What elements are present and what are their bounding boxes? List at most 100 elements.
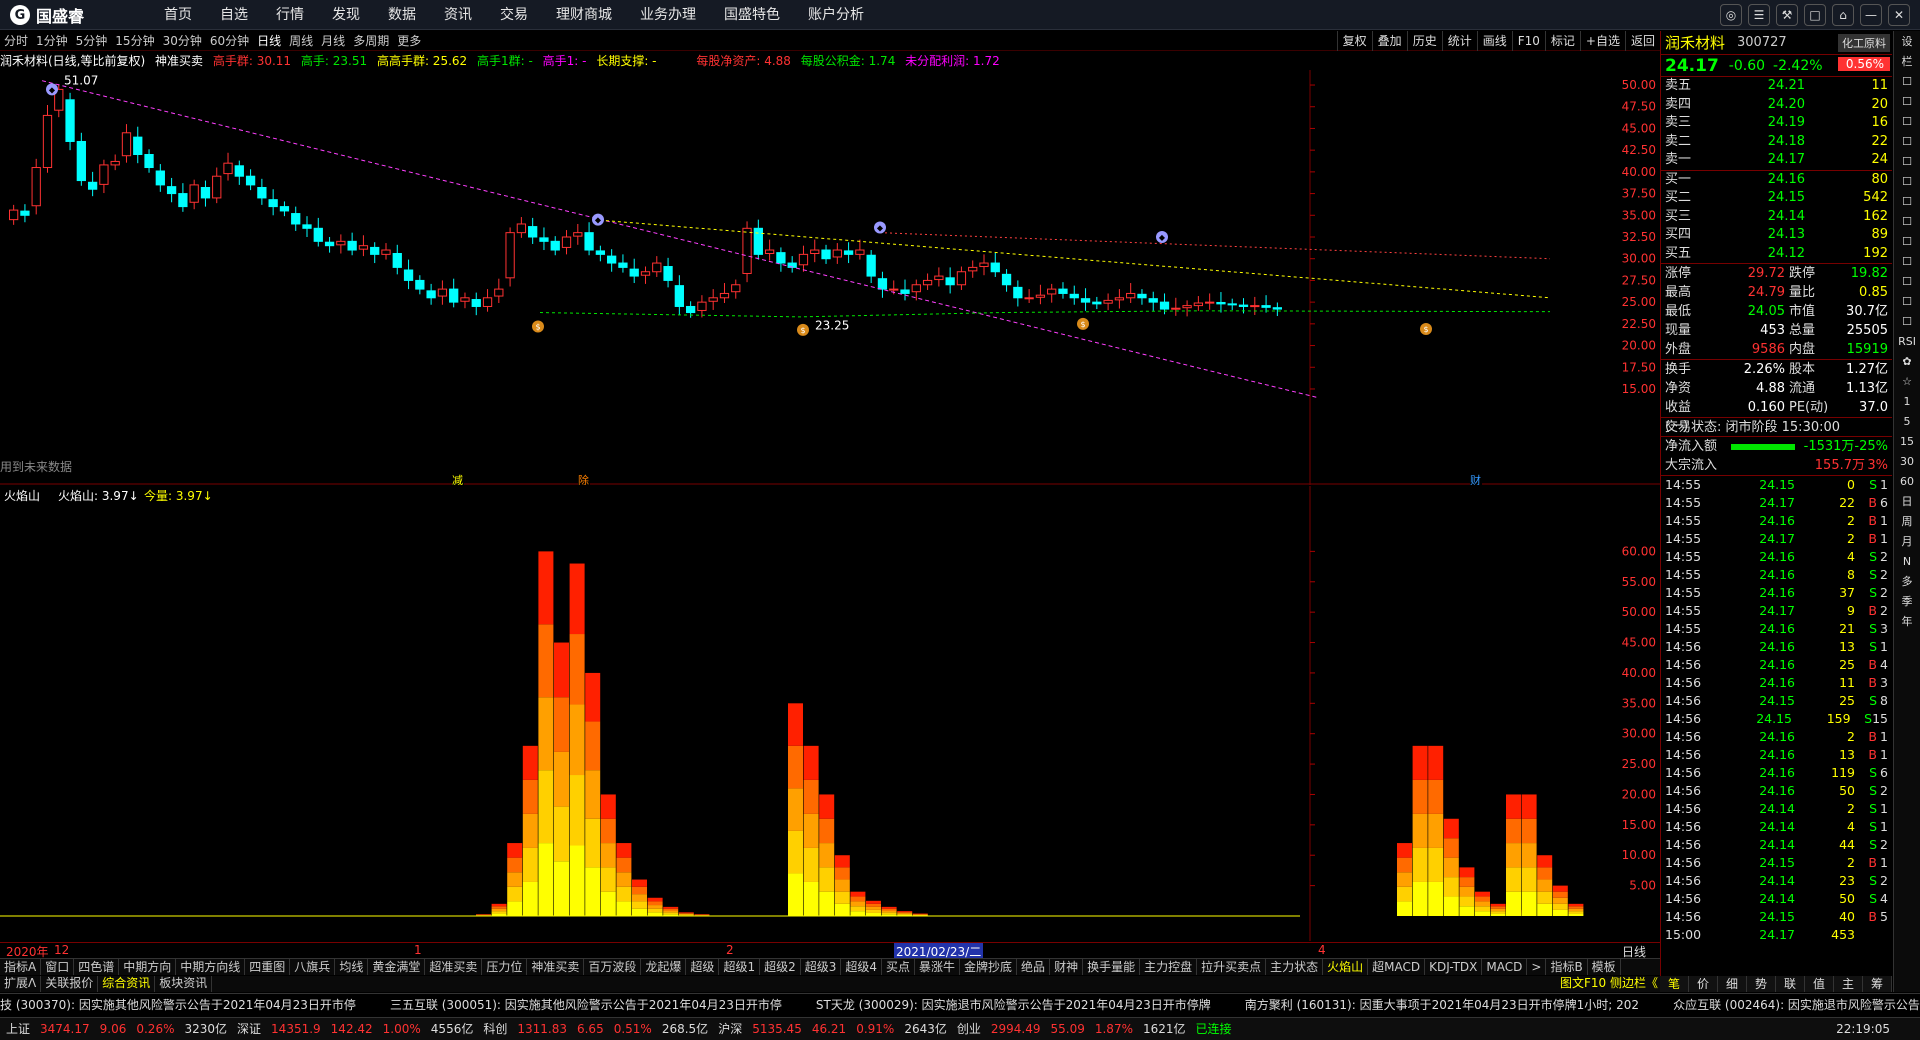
period-tab-1[interactable]: 1分钟: [32, 34, 72, 48]
bottom-tab-1[interactable]: 关联报价: [41, 976, 99, 992]
indicator-name[interactable]: 神准买卖: [155, 54, 203, 68]
quote-tab-3[interactable]: 势: [1747, 976, 1776, 992]
nav-item-1[interactable]: 自选: [206, 0, 262, 30]
side-strip-icon-1[interactable]: 栏: [1895, 53, 1919, 71]
side-strip-icon-6[interactable]: ☐: [1895, 153, 1919, 171]
ticker-item[interactable]: ST天龙 (300029): 因实施退市风险警示公告于2021年04月23日开市…: [816, 998, 1211, 1012]
buys-row[interactable]: 买一 24.16 80: [1661, 171, 1892, 190]
indicator-tab-9[interactable]: 超准买卖: [425, 959, 483, 975]
buys-row[interactable]: 买二 24.15 542: [1661, 189, 1892, 208]
sells-row[interactable]: 卖二 24.18 22: [1661, 133, 1892, 152]
side-strip-icon-9[interactable]: ☐: [1895, 213, 1919, 231]
indicator-tab-1[interactable]: 窗口: [41, 959, 75, 975]
side-strip-icon-22[interactable]: 60: [1895, 473, 1919, 491]
period-tab-4[interactable]: 30分钟: [159, 34, 206, 48]
indicator-tab-16[interactable]: 超级2: [760, 959, 801, 975]
indicator-tab-23[interactable]: 财神: [1050, 959, 1084, 975]
chart-tool-3[interactable]: 统计: [1441, 31, 1477, 51]
indicator-tab-25[interactable]: 主力控盘: [1140, 959, 1198, 975]
side-strip-icon-21[interactable]: 30: [1895, 453, 1919, 471]
buys-row[interactable]: 买三 24.14 162: [1661, 208, 1892, 227]
quote-tab-6[interactable]: 主: [1834, 976, 1863, 992]
ticker-item[interactable]: 三五互联 (300051): 因实施其他风险警示公告于2021年04月23日开市…: [390, 998, 782, 1012]
period-tab-0[interactable]: 分时: [0, 34, 32, 48]
side-strip-icon-20[interactable]: 15: [1895, 433, 1919, 451]
side-strip-icon-10[interactable]: ☐: [1895, 233, 1919, 251]
indicator-tab-6[interactable]: 八旗兵: [290, 959, 336, 975]
nav-item-7[interactable]: 理财商城: [542, 0, 626, 30]
indicator-tab-34[interactable]: 模板: [1588, 959, 1621, 975]
bottom-tab-2[interactable]: 综合资讯: [98, 976, 156, 992]
nav-item-3[interactable]: 发现: [318, 0, 374, 30]
sells-row[interactable]: 卖四 24.20 20: [1661, 96, 1892, 115]
period-tab-5[interactable]: 60分钟: [206, 34, 253, 48]
side-toggle[interactable]: 图文F10 侧边栏《: [1560, 976, 1658, 992]
indicator-tab-20[interactable]: 暴涨牛: [915, 959, 961, 975]
side-strip-icon-16[interactable]: ✿: [1895, 353, 1919, 371]
window-button-icon-5[interactable]: —: [1860, 4, 1882, 26]
indicator-tab-30[interactable]: KDJ-TDX: [1425, 959, 1483, 975]
indicator-tab-24[interactable]: 换手量能: [1083, 959, 1141, 975]
bottom-tab-0[interactable]: 扩展ᐱ: [0, 976, 42, 992]
nav-item-2[interactable]: 行情: [262, 0, 318, 30]
side-strip-icon-0[interactable]: 设: [1895, 33, 1919, 51]
period-tab-3[interactable]: 15分钟: [111, 34, 158, 48]
side-strip-icon-15[interactable]: RSI: [1895, 333, 1919, 351]
indicator-tab-28[interactable]: 火焰山: [1323, 959, 1369, 975]
indicator-tab-5[interactable]: 四重图: [245, 959, 291, 975]
indicator-tab-2[interactable]: 四色谱: [74, 959, 120, 975]
side-strip-icon-25[interactable]: 月: [1895, 533, 1919, 551]
candlestick-chart[interactable]: 50.00 47.50 45.00 42.50 40.00 37.50 35.00 32.50…: [0, 70, 1660, 485]
ticker-item[interactable]: 南方聚利 (160131): 因重大事项于2021年04月23日开市停牌1小时;…: [1245, 998, 1639, 1012]
side-strip-icon-3[interactable]: ☐: [1895, 93, 1919, 111]
nav-item-5[interactable]: 资讯: [430, 0, 486, 30]
quote-tab-7[interactable]: 筹: [1863, 976, 1892, 992]
indicator-tab-15[interactable]: 超级1: [719, 959, 761, 975]
indicator-tab-33[interactable]: 指标B: [1546, 959, 1588, 975]
indicator-tab-29[interactable]: 超MACD: [1368, 959, 1426, 975]
side-strip-icon-23[interactable]: 日: [1895, 493, 1919, 511]
window-button-icon-6[interactable]: ✕: [1888, 4, 1910, 26]
indicator-tab-8[interactable]: 黄金满堂: [368, 959, 426, 975]
side-strip-icon-13[interactable]: ☐: [1895, 293, 1919, 311]
side-strip-icon-7[interactable]: ☐: [1895, 173, 1919, 191]
quote-tab-4[interactable]: 联: [1776, 976, 1805, 992]
indicator-tab-19[interactable]: 买点: [882, 959, 916, 975]
quote-tab-1[interactable]: 价: [1689, 976, 1718, 992]
side-strip-icon-4[interactable]: ☐: [1895, 113, 1919, 131]
side-strip-icon-24[interactable]: 周: [1895, 513, 1919, 531]
indicator-tab-10[interactable]: 压力位: [482, 959, 528, 975]
quote-tab-2[interactable]: 细: [1718, 976, 1747, 992]
buys-row[interactable]: 买四 24.13 89: [1661, 226, 1892, 245]
nav-item-4[interactable]: 数据: [374, 0, 430, 30]
period-tab-8[interactable]: 月线: [317, 34, 349, 48]
indicator-tab-3[interactable]: 中期方向: [119, 959, 177, 975]
ticker-item[interactable]: 众应互联 (002464): 因实施退市风险警示公告于2021年: [1673, 998, 1920, 1012]
indicator-tab-22[interactable]: 绝品: [1017, 959, 1051, 975]
window-button-icon-1[interactable]: ☰: [1748, 4, 1770, 26]
side-strip-icon-27[interactable]: 多: [1895, 573, 1919, 591]
window-button-icon-4[interactable]: ⌂: [1832, 4, 1854, 26]
indicator-tab-17[interactable]: 超级3: [801, 959, 842, 975]
chart-tool-2[interactable]: 历史: [1406, 31, 1442, 51]
nav-item-6[interactable]: 交易: [486, 0, 542, 30]
indicator-tab-14[interactable]: 超级: [686, 959, 720, 975]
quote-tab-5[interactable]: 值: [1805, 976, 1834, 992]
industry-badge[interactable]: 化工原料: [1838, 34, 1890, 52]
period-tab-7[interactable]: 周线: [285, 34, 317, 48]
side-strip-icon-19[interactable]: 5: [1895, 413, 1919, 431]
period-tab-10[interactable]: 更多: [393, 34, 425, 48]
period-tab-9[interactable]: 多周期: [349, 34, 393, 48]
sells-row[interactable]: 卖三 24.19 16: [1661, 114, 1892, 133]
ticker-item[interactable]: 技 (300370): 因实施其他风险警示公告于2021年04月23日开市停: [0, 998, 356, 1012]
side-strip-icon-11[interactable]: ☐: [1895, 253, 1919, 271]
bottom-tab-3[interactable]: 板块资讯: [155, 976, 213, 992]
chart-tool-8[interactable]: 返回: [1624, 31, 1660, 51]
window-button-icon-3[interactable]: □: [1804, 4, 1826, 26]
indicator-tab-7[interactable]: 均线: [335, 959, 369, 975]
news-ticker[interactable]: 技 (300370): 因实施其他风险警示公告于2021年04月23日开市停 三五…: [0, 993, 1920, 1017]
window-button-icon-2[interactable]: ⚒: [1776, 4, 1798, 26]
side-strip-icon-8[interactable]: ☐: [1895, 193, 1919, 211]
indicator-tab-18[interactable]: 超级4: [841, 959, 882, 975]
indicator-tab-13[interactable]: 龙起爆: [641, 959, 687, 975]
